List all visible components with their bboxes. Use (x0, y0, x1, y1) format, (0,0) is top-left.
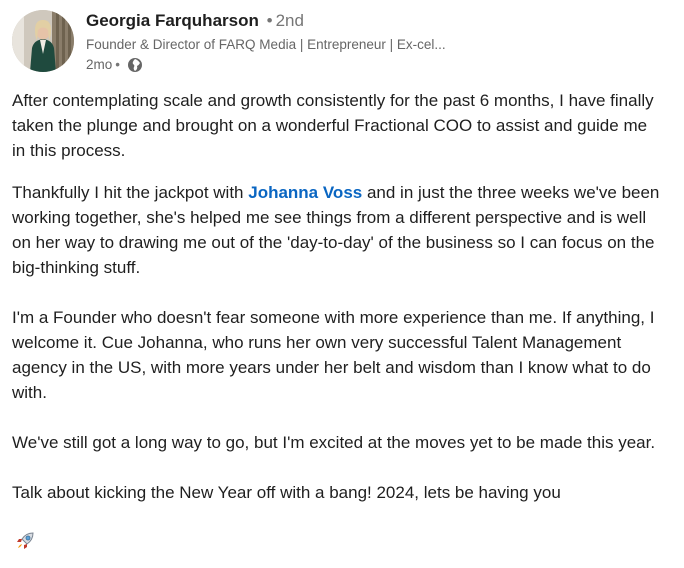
linkedin-post: Georgia Farquharson • 2nd Founder & Direc… (0, 0, 684, 568)
author-name[interactable]: Georgia Farquharson (86, 11, 259, 30)
post-paragraph: I'm a Founder who doesn't fear someone w… (12, 308, 655, 402)
separator-dot: • (266, 11, 273, 30)
post-text: Talk about kicking the New Year off with… (12, 483, 561, 502)
author-avatar[interactable] (12, 10, 74, 72)
post-paragraph: Thankfully I hit the jackpot with Johann… (12, 180, 662, 280)
author-name-line: Georgia Farquharson • 2nd (86, 10, 481, 32)
post-time-line: 2mo • (86, 56, 481, 74)
post-paragraph: After contemplating scale and growth con… (12, 91, 654, 160)
rocket-icon (14, 505, 36, 549)
post-paragraph: Talk about kicking the New Year off with… (12, 480, 662, 555)
post-header: Georgia Farquharson • 2nd Founder & Direc… (12, 10, 481, 74)
post-body: After contemplating scale and growth con… (12, 88, 662, 555)
author-headline[interactable]: Founder & Director of FARQ Media | Entre… (86, 35, 481, 54)
post-time[interactable]: 2mo (86, 56, 112, 74)
connection-degree: 2nd (275, 11, 304, 30)
separator-dot: • (115, 57, 120, 72)
mention-link[interactable]: Johanna Voss (248, 183, 362, 202)
author-meta: Georgia Farquharson • 2nd Founder & Direc… (86, 10, 481, 74)
globe-icon (127, 57, 143, 73)
post-paragraph: We've still got a long way to go, but I'… (12, 433, 656, 452)
post-text: Thankfully I hit the jackpot with (12, 183, 249, 202)
